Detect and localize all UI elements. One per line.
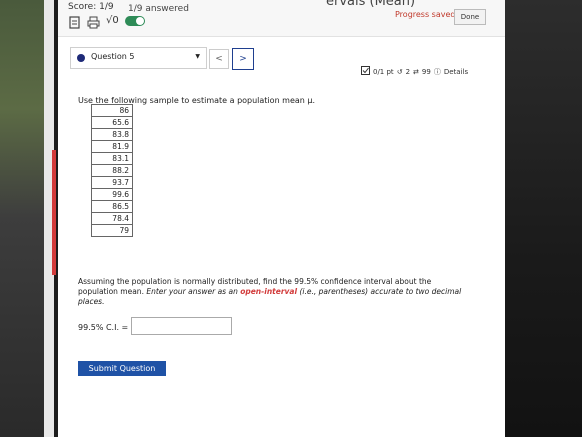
done-button[interactable]: Done [454,9,486,25]
score-text: Score: 1/9 [68,2,114,12]
problem-statement: Assuming the population is normally dist… [78,277,468,307]
table-row: 86 [91,104,133,117]
question-page: Score: 1/9 1/9 answered ervals (Mean) Pr… [58,0,505,437]
header-bar: Score: 1/9 1/9 answered ervals (Mean) Pr… [58,0,505,37]
instruction-text-a: Enter your answer as an [146,287,241,296]
table-row: 81.9 [91,140,133,153]
table-cell: 86.5 [91,200,133,213]
table-cell: 93.7 [91,176,133,189]
caret-down-icon: ▼ [195,53,200,60]
table-row: 99.6 [91,188,133,201]
page-title: ervals (Mean) [326,0,416,9]
open-interval-emphasis: open-interval [240,287,298,296]
table-row: 83.8 [91,128,133,141]
sample-table: 86 65.6 83.8 81.9 83.1 88.2 93.7 99.6 86… [91,104,133,237]
submit-question-button[interactable]: Submit Question [78,361,166,376]
table-cell: 83.1 [91,152,133,165]
table-cell: 86 [91,104,133,117]
question-status-dot [77,54,85,62]
table-cell: 88.2 [91,164,133,177]
math-entry-icon[interactable]: √0 [106,15,119,26]
document-icon[interactable] [68,14,81,29]
tool-icons: √0 [68,14,145,29]
question-select-label: Question 5 [91,52,135,61]
table-row: 78.4 [91,212,133,225]
table-row: 83.1 [91,152,133,165]
checkbox-icon [361,66,370,77]
red-accent-bar [52,150,56,275]
retries-count: 2 [405,67,411,76]
table-row: 86.5 [91,200,133,213]
question-meta: 0/1 pt ↺ 2 ⇄ 99 ⓘ Details [361,66,468,77]
table-row: 65.6 [91,116,133,129]
answered-count: 1/9 answered [128,4,189,14]
table-cell: 83.8 [91,128,133,141]
print-icon[interactable] [87,14,100,29]
progress-status: Progress saved [395,10,456,19]
next-question-button[interactable]: > [232,48,254,70]
table-cell: 65.6 [91,116,133,129]
table-row: 88.2 [91,164,133,177]
math-toggle[interactable] [124,15,145,26]
background-right [505,0,582,437]
table-row: 79 [91,224,133,237]
attempts-count: 99 [421,67,431,76]
points-text: 0/1 pt [373,67,394,76]
ci-label: 99.5% C.I. = [78,323,129,332]
details-link[interactable]: Details [444,68,468,76]
background-left [0,0,44,437]
ci-answer-input[interactable] [131,317,232,335]
info-icon: ⓘ [433,67,441,76]
table-cell: 99.6 [91,188,133,201]
question-select[interactable]: Question 5 ▼ [70,47,207,69]
prev-question-button[interactable]: < [209,49,229,69]
table-cell: 81.9 [91,140,133,153]
retry-icon: ↺ [396,67,403,76]
table-cell: 78.4 [91,212,133,225]
attempts-icon: ⇄ [413,67,419,76]
table-row: 93.7 [91,176,133,189]
table-cell: 79 [91,224,133,237]
